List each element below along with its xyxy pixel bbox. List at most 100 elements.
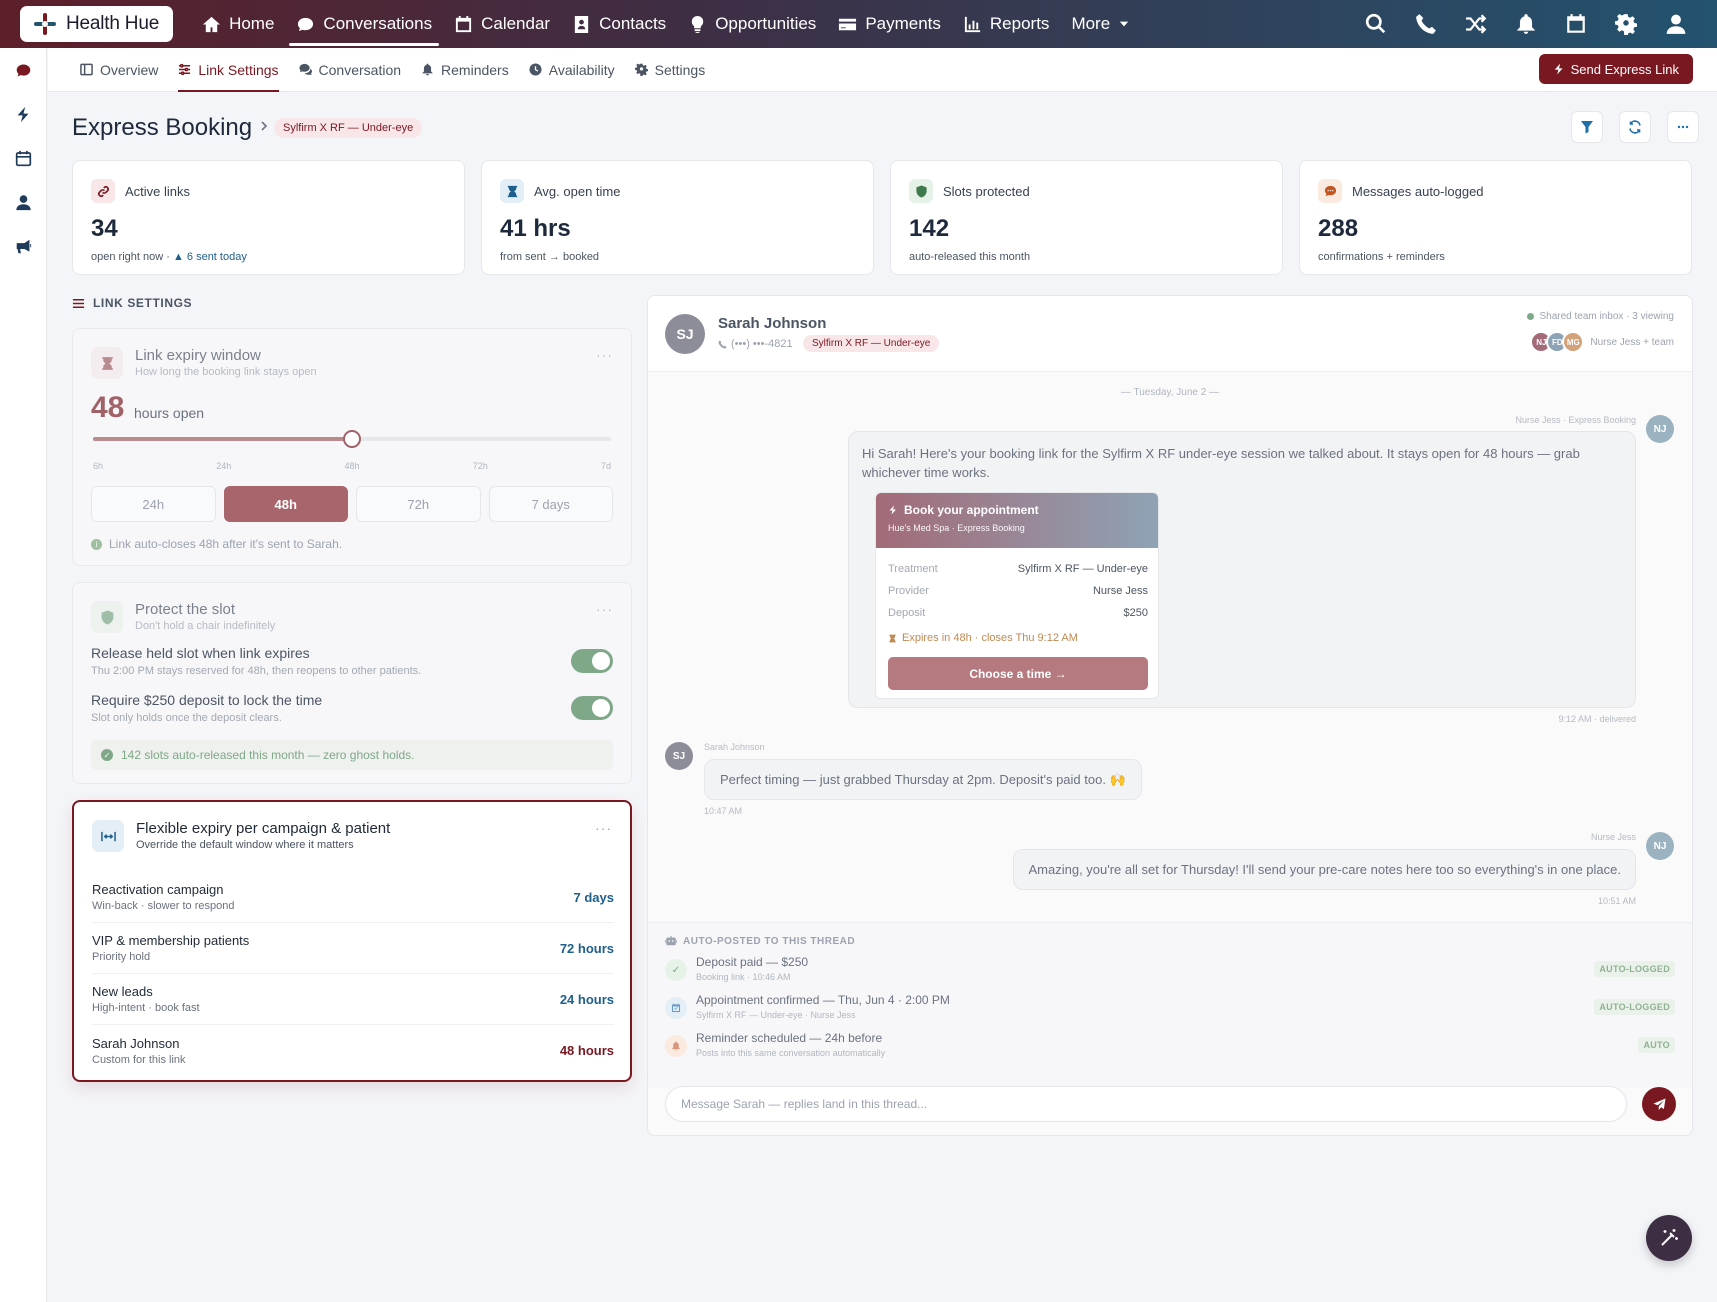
rail-calendar[interactable] — [0, 136, 47, 180]
expiry-note: i Link auto-closes 48h after it's sent t… — [91, 537, 342, 551]
release-slot-toggle[interactable] — [571, 649, 613, 673]
search-icon — [1365, 13, 1386, 34]
tab-reminders[interactable]: Reminders — [411, 48, 519, 92]
nav-more[interactable]: More — [1060, 2, 1141, 46]
stat-label: Active links — [125, 183, 191, 199]
nav-opportunities-label: Opportunities — [715, 14, 817, 33]
slider-handle[interactable] — [343, 430, 361, 448]
magic-wand-button[interactable] — [1646, 1215, 1692, 1261]
rail-marketing[interactable] — [0, 224, 47, 268]
card-more-button[interactable]: ··· — [596, 347, 613, 363]
stat-label: Messages auto-logged — [1352, 183, 1484, 199]
nav-payments-label: Payments — [865, 14, 941, 33]
treatment-tag[interactable]: Sylfirm X RF — Under-eye — [803, 335, 940, 352]
rail-contacts[interactable] — [0, 180, 47, 224]
search-button[interactable] — [1361, 9, 1391, 39]
expiry-option-48h[interactable]: 48h — [223, 486, 348, 522]
nav-calendar[interactable]: Calendar — [443, 2, 561, 46]
require-deposit-toggle[interactable] — [571, 696, 613, 720]
refresh-button[interactable] — [1619, 111, 1651, 143]
gear-icon — [634, 63, 648, 76]
tab-conversation-label: Conversation — [318, 61, 402, 78]
chat-icon — [298, 17, 314, 31]
setting-description: Slot only holds once the deposit clears. — [91, 712, 282, 724]
nav-payments[interactable]: Payments — [827, 2, 952, 46]
comment-dots-icon — [1318, 179, 1342, 203]
tab-conversation[interactable]: Conversation — [289, 48, 412, 92]
conversation-header: SJ Sarah Johnson (•••) •••-4821 Sylfirm … — [648, 296, 1692, 372]
slider-tick: 7d — [600, 461, 611, 471]
expiry-option-24h[interactable]: 24h — [91, 486, 216, 522]
override-value: 48 hours — [559, 1043, 614, 1058]
profile-button[interactable] — [1661, 9, 1691, 39]
protect-slot-card: Protect the slot Don't hold a chair inde… — [72, 582, 632, 784]
tab-availability[interactable]: Availability — [519, 48, 625, 92]
card-more-button[interactable]: ··· — [595, 820, 612, 836]
hourglass-icon — [91, 347, 123, 379]
require-deposit-setting: Require $250 deposit to lock the time Sl… — [91, 692, 613, 724]
filter-button[interactable] — [1571, 111, 1603, 143]
slots-released-note: ✓ 142 slots auto-released this month — z… — [91, 740, 613, 770]
choose-time-button[interactable]: Choose a time → — [888, 657, 1148, 690]
columns-icon — [80, 63, 93, 76]
bell-icon — [665, 1035, 687, 1057]
sub-nav: Overview Link Settings Conversation Remi… — [48, 48, 1717, 92]
setting-description: Thu 2:00 PM stays reserved for 48h, then… — [91, 665, 422, 677]
bar-chart-icon — [964, 16, 981, 32]
auto-event[interactable]: Appointment confirmed — Thu, Jun 4 · 2:0… — [665, 993, 1675, 1027]
outgoing-message[interactable]: Amazing, you're all set for Thursday! I'… — [1013, 849, 1636, 890]
incoming-message[interactable]: Perfect timing — just grabbed Thursday a… — [704, 759, 1142, 800]
auto-event[interactable]: ✓ Deposit paid — $250 Booking link · 10:… — [665, 955, 1675, 989]
tab-overview-label: Overview — [100, 61, 159, 78]
auto-badge: AUTO — [1638, 1037, 1675, 1053]
phone-button[interactable] — [1411, 9, 1441, 39]
expiry-option-7-days[interactable]: 7 days — [488, 486, 613, 522]
message-input[interactable]: Message Sarah — replies land in this thr… — [665, 1086, 1627, 1122]
more-options-button[interactable] — [1667, 111, 1699, 143]
treatment-tag[interactable]: Sylfirm X RF — Under-eye — [274, 118, 423, 138]
shuffle-button[interactable] — [1461, 9, 1491, 39]
nav-opportunities[interactable]: Opportunities — [677, 2, 827, 46]
contact-name[interactable]: Sarah Johnson — [718, 315, 826, 332]
nav-conversations[interactable]: Conversations — [285, 2, 443, 46]
calendar-button[interactable] — [1561, 9, 1591, 39]
override-row[interactable]: VIP & membership patients Priority hold 7… — [92, 923, 614, 974]
rail-conversations[interactable] — [0, 48, 47, 92]
expiry-slider[interactable] — [93, 430, 611, 448]
tab-settings[interactable]: Settings — [625, 48, 716, 92]
override-row[interactable]: New leads High-intent · book fast 24 hour… — [92, 974, 614, 1025]
sliders-icon — [179, 63, 191, 76]
nav-contacts[interactable]: Contacts — [561, 2, 677, 46]
avatar[interactable]: SJ — [665, 314, 705, 354]
notifications-button[interactable] — [1511, 9, 1541, 39]
tab-overview[interactable]: Overview — [70, 48, 168, 92]
event-title: Reminder scheduled — 24h before — [696, 1031, 883, 1045]
rail-automations[interactable] — [0, 92, 47, 136]
magic-wand-icon — [1661, 1229, 1678, 1246]
nav-reports[interactable]: Reports — [952, 2, 1061, 46]
override-row[interactable]: Sarah Johnson Custom for this link 48 hou… — [92, 1025, 614, 1076]
nav-home[interactable]: Home — [191, 2, 285, 46]
card-more-button[interactable]: ··· — [596, 601, 613, 617]
event-subtitle: Booking link · 10:46 AM — [696, 972, 791, 982]
tab-link-settings[interactable]: Link Settings — [168, 48, 288, 92]
auto-event[interactable]: Reminder scheduled — 24h before Posts in… — [665, 1031, 1675, 1065]
sliders-icon — [72, 298, 85, 308]
override-row[interactable]: Reactivation campaign Win-back · slower t… — [92, 872, 614, 923]
avatar: NJ — [1646, 415, 1674, 443]
send-express-link-button[interactable]: Send Express Link — [1538, 54, 1693, 84]
comments-icon — [298, 63, 312, 76]
expiry-option-72h[interactable]: 72h — [356, 486, 481, 522]
settings-button[interactable] — [1611, 9, 1641, 39]
shuffle-icon — [1466, 14, 1487, 34]
message-timestamp: 10:47 AM — [704, 806, 743, 816]
shared-inbox-status: Shared team inbox · 3 viewing — [1527, 311, 1674, 322]
app-logo[interactable]: Health Hue — [20, 6, 174, 42]
card-title: Protect the slot — [135, 601, 236, 618]
card-subtitle: How long the booking link stays open — [135, 366, 317, 378]
send-message-button[interactable] — [1642, 1087, 1676, 1121]
bolt-icon — [889, 505, 896, 515]
message-sender: Nurse Jess — [1590, 832, 1636, 842]
outgoing-message[interactable]: Hi Sarah! Here's your booking link for t… — [848, 431, 1636, 708]
online-dot — [1527, 313, 1535, 320]
